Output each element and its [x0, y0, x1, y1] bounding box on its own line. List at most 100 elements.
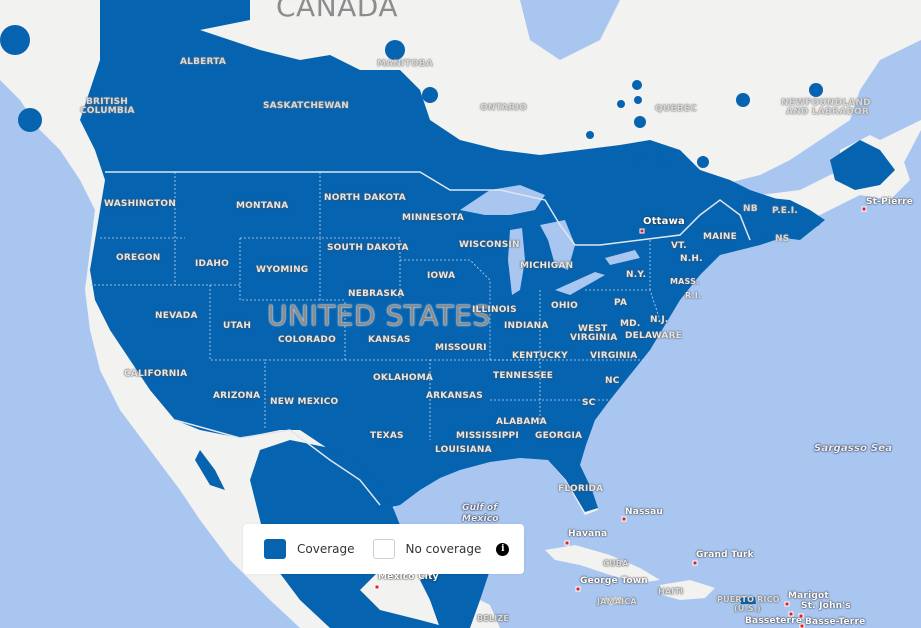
label-united-states: UNITED STATES [267, 299, 491, 332]
label-marigot[interactable]: Marigot [788, 591, 829, 601]
coverage-region [0, 25, 30, 55]
label-ns: NS [775, 234, 790, 244]
label-jamaica: JAMAICA [597, 597, 637, 606]
label-idaho: IDAHO [195, 259, 229, 269]
label-delaware: DELAWARE [625, 331, 683, 341]
label-florida: FLORIDA [558, 484, 604, 494]
label-cuba: CUBA [603, 559, 629, 568]
label-basse-terre[interactable]: Basse-Terre [805, 617, 865, 627]
label-louisiana: LOUISIANA [435, 445, 492, 455]
label-basseterre[interactable]: Basseterre [745, 616, 802, 626]
label-alabama: ALABAMA [496, 417, 547, 427]
label-north-dakota: NORTH DAKOTA [324, 193, 406, 203]
label-grand-turk[interactable]: Grand Turk [696, 550, 754, 560]
label-minnesota: MINNESOTA [402, 213, 464, 223]
label-pa: PA [614, 298, 628, 308]
label-nh: N.H. [680, 254, 703, 264]
label-puerto-rico-sub: (U.S.) [734, 604, 761, 613]
coverage-region [809, 83, 823, 97]
label-quebec: QUEBEC [655, 104, 697, 114]
label-nj: N.J. [650, 315, 669, 325]
label-nebraska: NEBRASKA [348, 289, 405, 299]
label-iowa: IOWA [427, 271, 456, 281]
label-saskatchewan: SASKATCHEWAN [263, 101, 350, 111]
label-arkansas: ARKANSAS [426, 391, 483, 401]
label-colorado: COLORADO [278, 335, 336, 345]
label-ontario: ONTARIO [480, 103, 527, 113]
coverage-region [697, 156, 709, 168]
label-kansas: KANSAS [368, 335, 411, 345]
label-oklahoma: OKLAHOMA [373, 373, 434, 383]
city-marker-havana[interactable] [564, 540, 570, 546]
label-newfoundland-2: AND LABRADOR [786, 107, 870, 117]
label-canada: CANADA [276, 0, 399, 23]
coverage-legend-label: Coverage [297, 542, 355, 556]
label-maine: MAINE [703, 232, 737, 242]
label-vt: VT. [671, 241, 687, 251]
city-marker-st-pierre[interactable] [861, 206, 867, 212]
coverage-region [736, 93, 750, 107]
label-kentucky: KENTUCKY [512, 351, 568, 361]
coverage-swatch [264, 539, 286, 559]
no-coverage-legend-label: No coverage [405, 542, 482, 556]
label-oregon: OREGON [116, 253, 161, 263]
coverage-region [617, 100, 625, 108]
city-marker-ottawa[interactable] [639, 228, 645, 234]
coverage-region [632, 80, 642, 90]
coverage-region [634, 116, 646, 128]
label-texas: TEXAS [370, 431, 404, 441]
coverage-region [634, 153, 642, 161]
city-marker-mexico-city[interactable] [374, 584, 380, 590]
label-alberta: ALBERTA [180, 57, 227, 67]
label-belize: BELIZE [477, 614, 510, 623]
city-marker-nassau[interactable] [621, 516, 627, 522]
label-sc: SC [582, 398, 596, 408]
coverage-region [586, 131, 594, 139]
label-tennessee: TENNESSEE [493, 371, 554, 381]
info-icon[interactable]: i [496, 542, 510, 556]
label-manitoba: MANITOBA [377, 59, 434, 69]
label-haiti: HAITI [658, 587, 684, 596]
label-missouri: MISSOURI [435, 343, 487, 353]
label-md: MD. [620, 319, 641, 329]
label-virginia: VIRGINIA [590, 351, 638, 361]
label-havana[interactable]: Havana [568, 529, 607, 539]
label-gulf-of-mexico-1: Gulf of [462, 503, 498, 513]
label-nevada: NEVADA [155, 311, 198, 321]
coverage-region [657, 157, 667, 167]
label-wisconsin: WISCONSIN [459, 240, 520, 250]
label-michigan: MICHIGAN [520, 261, 574, 271]
no-coverage-swatch [372, 539, 395, 559]
label-utah: UTAH [223, 321, 252, 331]
coverage-region [18, 108, 42, 132]
label-south-dakota: SOUTH DAKOTA [327, 243, 409, 253]
city-marker-grand-turk[interactable] [692, 560, 698, 566]
label-ohio: OHIO [551, 301, 578, 311]
label-nassau[interactable]: Nassau [625, 507, 663, 517]
label-nb: NB [743, 204, 758, 214]
city-marker-marigot[interactable] [784, 601, 790, 607]
label-illinois: ILLINOIS [472, 305, 517, 315]
label-arizona: ARIZONA [213, 391, 261, 401]
label-gulf-of-mexico-2: Mexico [462, 514, 499, 524]
label-georgia: GEORGIA [535, 431, 583, 441]
label-california: CALIFORNIA [124, 369, 188, 379]
label-st-pierre[interactable]: St-Pierre [866, 197, 913, 207]
label-washington: WASHINGTON [104, 199, 176, 209]
label-sargasso-sea: Sargasso Sea [814, 443, 893, 454]
label-wyoming: WYOMING [256, 265, 309, 275]
label-ottawa[interactable]: Ottawa [643, 216, 685, 227]
label-ri: R.I. [685, 291, 702, 300]
label-montana: MONTANA [236, 201, 289, 211]
label-mass: MASS. [670, 277, 700, 286]
label-st-johns[interactable]: St. John's [801, 601, 851, 611]
label-ny: N.Y. [626, 270, 647, 280]
label-west-virginia-2: VIRGINIA [570, 333, 618, 343]
map-legend: Coverage No coverage i [243, 524, 524, 574]
city-marker-george-town[interactable] [575, 586, 581, 592]
coverage-region [422, 87, 438, 103]
label-george-town[interactable]: George Town [580, 576, 648, 586]
label-new-mexico: NEW MEXICO [270, 397, 339, 407]
label-nc: NC [605, 376, 620, 386]
coverage-region [385, 40, 405, 60]
